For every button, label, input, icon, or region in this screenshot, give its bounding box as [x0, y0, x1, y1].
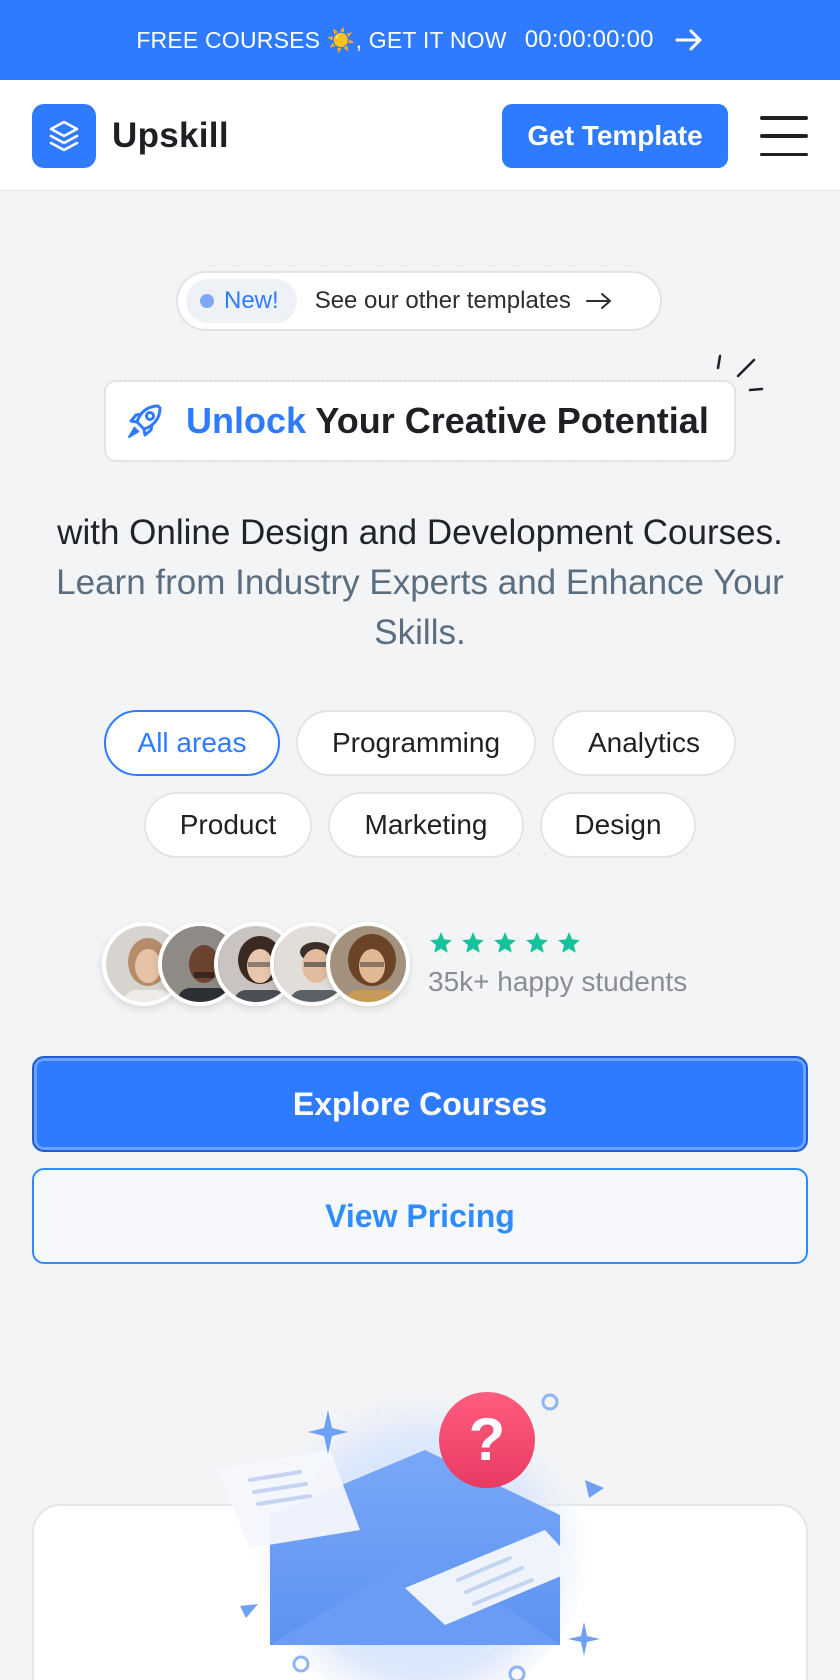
promo-bar[interactable]: FREE COURSES ☀️, GET IT NOW 00:00:00:00	[0, 0, 840, 80]
avatar	[326, 922, 410, 1006]
star-icon	[462, 932, 484, 953]
arrow-right-icon	[585, 293, 611, 309]
star-icon	[494, 932, 516, 953]
view-pricing-button[interactable]: View Pricing	[32, 1168, 808, 1264]
layers-icon	[49, 120, 79, 152]
site-header: Upskill Get Template	[0, 80, 840, 191]
announcement-text: See our other templates	[314, 287, 571, 314]
explore-courses-button[interactable]: Explore Courses	[32, 1056, 808, 1152]
students-count: 35k+ happy students	[428, 966, 688, 997]
hero-subtitle: with Online Design and Development Cours…	[56, 513, 784, 652]
star-icon	[430, 932, 452, 953]
brand-name[interactable]: Upskill	[112, 116, 229, 156]
chip-analytics[interactable]: Analytics	[552, 710, 736, 776]
rocket-icon	[128, 404, 162, 438]
chip-all-areas[interactable]: All areas	[104, 710, 280, 776]
hero-headline: Unlock Your Creative Potential	[104, 380, 736, 462]
rating-stars	[428, 930, 582, 956]
chip-programming[interactable]: Programming	[296, 710, 536, 776]
chip-marketing[interactable]: Marketing	[328, 792, 524, 858]
svg-text:?: ?	[469, 1406, 506, 1473]
mail-question-illustration: ?	[216, 1370, 604, 1680]
dot-icon	[200, 294, 214, 308]
new-badge: New!	[186, 279, 297, 323]
logo[interactable]	[32, 104, 96, 168]
hamburger-menu-icon[interactable]	[760, 116, 808, 156]
sun-icon: ☀️	[326, 26, 356, 53]
templates-announcement[interactable]: New! See our other templates	[176, 271, 662, 331]
get-template-button[interactable]: Get Template	[502, 104, 728, 168]
hero-title: Unlock Your Creative Potential	[186, 400, 709, 441]
star-icon	[558, 932, 580, 953]
chip-design[interactable]: Design	[540, 792, 696, 858]
promo-text: FREE COURSES ☀️, GET IT NOW	[136, 26, 507, 53]
arrow-right-icon[interactable]	[674, 25, 704, 55]
countdown-timer: 00:00:00:00	[524, 26, 654, 53]
star-icon	[526, 932, 548, 953]
chip-product[interactable]: Product	[144, 792, 312, 858]
